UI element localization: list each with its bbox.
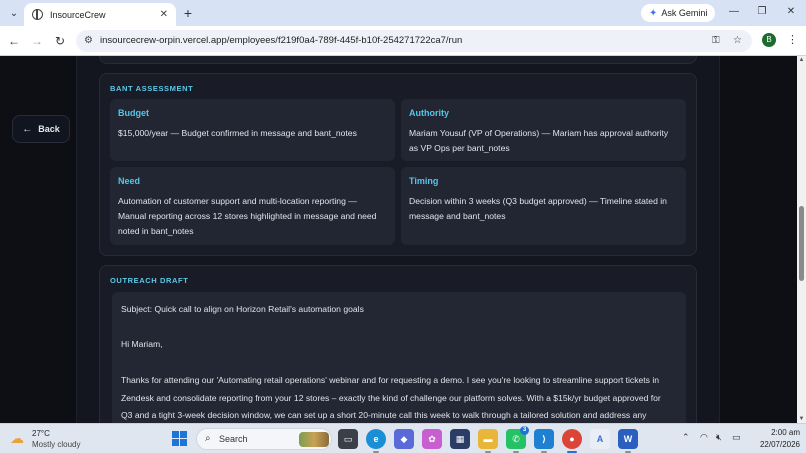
- chrome-icon[interactable]: ●: [562, 429, 582, 453]
- wifi-icon[interactable]: ◠: [700, 432, 708, 443]
- tab-close-icon[interactable]: ✕: [160, 9, 168, 20]
- search-highlight-image: [299, 432, 329, 447]
- minimize-window-icon[interactable]: —: [725, 4, 743, 20]
- ask-gemini-button[interactable]: ✦ Ask Gemini: [641, 4, 716, 22]
- taskbar-clock-date[interactable]: 22/07/2026: [748, 440, 800, 449]
- bant-card-label: Budget: [118, 108, 149, 118]
- windows-taskbar: ☁ 27°C Mostly cloudy ⌕ Search ▭ e ◆ ✿ ▦ …: [0, 423, 806, 453]
- task-view-icon[interactable]: ▭: [338, 429, 358, 449]
- arc-app-icon[interactable]: A: [590, 429, 610, 449]
- vscode-icon[interactable]: ⟩: [534, 429, 554, 453]
- bant-card-label: Authority: [409, 108, 449, 118]
- browser-toolbar: ← → ↻ ⚙ insourcecrew-orpin.vercel.app/em…: [0, 26, 806, 56]
- tab-search-chevron-icon[interactable]: ⌄: [6, 5, 22, 21]
- search-icon: ⌕: [205, 433, 211, 444]
- copilot-app-icon[interactable]: ◆: [394, 429, 414, 449]
- ask-gemini-label: Ask Gemini: [661, 8, 708, 18]
- page-viewport: ← Back BANT ASSESSMENT Budget $15,000/ye…: [0, 56, 797, 423]
- file-explorer-icon[interactable]: ▬: [478, 429, 498, 453]
- previous-section-card: [99, 56, 697, 64]
- bant-card-body: Decision within 3 weeks (Q3 budget appro…: [409, 196, 667, 221]
- weather-temperature[interactable]: 27°C: [32, 429, 50, 438]
- taskbar-search-box[interactable]: ⌕ Search: [196, 428, 332, 450]
- whatsapp-notification-badge: 3: [520, 426, 529, 435]
- close-window-icon[interactable]: ✕: [782, 4, 800, 20]
- outreach-draft-textbox[interactable]: Subject: Quick call to align on Horizon …: [112, 292, 686, 423]
- bant-card-timing: Timing Decision within 3 weeks (Q3 budge…: [401, 167, 686, 245]
- site-info-icon[interactable]: ⚙: [84, 35, 93, 46]
- bant-card-body: Mariam Yousuf (VP of Operations) — Maria…: [409, 128, 669, 153]
- microsoft-store-icon[interactable]: ▦: [450, 429, 470, 449]
- address-bar[interactable]: ⚙ insourcecrew-orpin.vercel.app/employee…: [76, 30, 752, 52]
- draft-greeting-line: Hi Mariam,: [121, 339, 163, 349]
- profile-avatar[interactable]: B: [762, 33, 776, 47]
- draft-body-line: Q3 and a tight 3-week decision window, w…: [121, 410, 647, 420]
- taskbar-clock-time[interactable]: 2:00 am: [760, 428, 800, 437]
- forward-nav-icon[interactable]: →: [29, 33, 45, 49]
- gemini-sparkle-icon: ✦: [649, 7, 658, 19]
- password-key-icon[interactable]: ⚿: [712, 35, 720, 46]
- copilot-icon[interactable]: ✿: [422, 429, 442, 449]
- browser-tab-strip: ⌄ InsourceCrew ✕ + ✦ Ask Gemini — ❐ ✕: [0, 0, 806, 26]
- arrow-left-icon: ←: [22, 123, 33, 135]
- bant-card-label: Need: [118, 176, 141, 186]
- browser-tab[interactable]: InsourceCrew ✕: [24, 3, 176, 26]
- weather-condition[interactable]: Mostly cloudy: [32, 440, 80, 449]
- draft-body-line: Zendesk and consolidate reporting from y…: [121, 393, 661, 403]
- draft-body-line: Thanks for attending our 'Automating ret…: [121, 375, 660, 385]
- whatsapp-icon[interactable]: ✆ 3: [506, 426, 529, 453]
- globe-favicon-icon: [32, 9, 43, 20]
- bookmark-star-icon[interactable]: ☆: [733, 35, 742, 46]
- outreach-draft-section: OUTREACH DRAFT Subject: Quick call to al…: [99, 265, 697, 423]
- bant-card-body: $15,000/year — Budget confirmed in messa…: [118, 128, 357, 138]
- word-icon[interactable]: W: [618, 429, 638, 453]
- bant-card-label: Timing: [409, 176, 439, 186]
- browser-menu-icon[interactable]: ⋮: [787, 33, 798, 46]
- bant-card-authority: Authority Mariam Yousuf (VP of Operation…: [401, 99, 686, 161]
- bant-card-need: Need Automation of customer support and …: [110, 167, 395, 245]
- battery-icon[interactable]: ▭: [732, 432, 741, 443]
- scroll-up-arrow-icon[interactable]: ▲: [797, 57, 806, 63]
- url-text[interactable]: insourcecrew-orpin.vercel.app/employees/…: [100, 35, 462, 46]
- back-nav-icon[interactable]: ←: [6, 33, 22, 49]
- bant-section-title: BANT ASSESSMENT: [110, 84, 194, 93]
- reload-icon[interactable]: ↻: [52, 33, 68, 49]
- scroll-down-arrow-icon[interactable]: ▼: [797, 416, 806, 422]
- back-button[interactable]: ← Back: [12, 115, 70, 143]
- edge-browser-icon[interactable]: e: [366, 429, 386, 453]
- restore-window-icon[interactable]: ❐: [753, 4, 771, 20]
- bant-card-body: Automation of customer support and multi…: [118, 196, 377, 236]
- page-scrollbar[interactable]: ▲ ▼: [797, 56, 806, 423]
- new-tab-button[interactable]: +: [180, 5, 196, 21]
- taskbar-search-label: Search: [219, 434, 248, 444]
- speaker-muted-icon[interactable]: 🔇︎: [716, 432, 722, 443]
- back-button-label: Back: [38, 124, 60, 134]
- bant-assessment-section: BANT ASSESSMENT Budget $15,000/year — Bu…: [99, 73, 697, 256]
- tab-title: InsourceCrew: [50, 9, 106, 20]
- scrollbar-thumb[interactable]: [799, 206, 804, 281]
- outreach-section-title: OUTREACH DRAFT: [110, 276, 189, 285]
- cloudy-weather-icon[interactable]: ☁: [10, 430, 24, 447]
- windows-start-icon[interactable]: [172, 431, 187, 446]
- show-hidden-icons-chevron-icon[interactable]: ⌃: [682, 432, 690, 443]
- bant-card-budget: Budget $15,000/year — Budget confirmed i…: [110, 99, 395, 161]
- draft-subject-line: Subject: Quick call to align on Horizon …: [121, 304, 364, 314]
